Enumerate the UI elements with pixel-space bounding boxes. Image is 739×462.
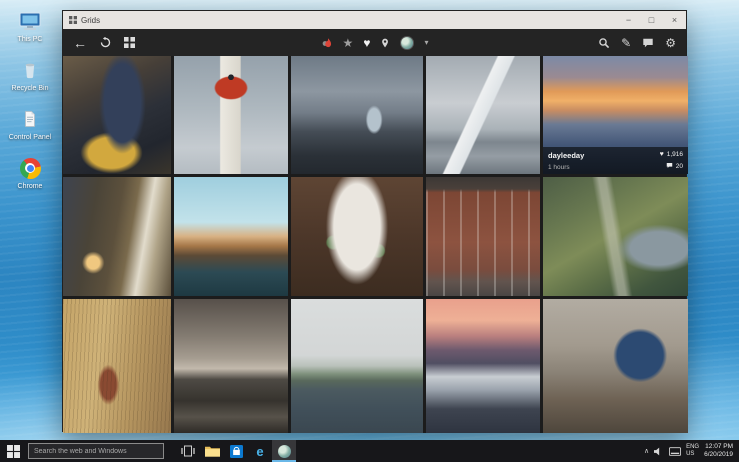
user-avatar[interactable] bbox=[400, 35, 415, 50]
desktop-icon-control-panel[interactable]: Control Panel bbox=[2, 106, 58, 142]
desktop-icon-chrome[interactable]: Chrome bbox=[2, 155, 58, 191]
language-region: US bbox=[686, 451, 695, 457]
likes-heart-icon: ♥ bbox=[659, 151, 664, 158]
grids-app-window: Grids − □ × ← ★ ♥ ▾ ✎ ⚙ dayleeday 1 hour… bbox=[62, 10, 688, 433]
back-button[interactable]: ← bbox=[73, 36, 87, 50]
compose-pencil-icon[interactable]: ✎ bbox=[621, 37, 631, 49]
comment-bubble-icon bbox=[666, 162, 673, 171]
volume-icon[interactable] bbox=[654, 447, 664, 456]
desktop-icon-this-pc[interactable]: This PC bbox=[2, 8, 58, 44]
touch-keyboard-icon[interactable] bbox=[669, 446, 682, 456]
photo-tile-14[interactable] bbox=[426, 299, 540, 433]
document-icon bbox=[17, 106, 43, 132]
desktop-icon-label: Chrome bbox=[17, 183, 43, 190]
edge-browser-icon[interactable]: e bbox=[248, 440, 272, 462]
window-titlebar[interactable]: Grids − □ × bbox=[63, 11, 686, 29]
photo-tile-9[interactable] bbox=[426, 177, 540, 296]
window-title: Grids bbox=[81, 15, 101, 25]
photo-tile-10[interactable] bbox=[543, 177, 688, 296]
taskbar-clock[interactable]: 12:07 PM 6/20/2019 bbox=[704, 443, 735, 459]
favorites-tab-icon[interactable]: ★ bbox=[343, 36, 354, 50]
account-dropdown-caret-icon[interactable]: ▾ bbox=[424, 38, 428, 47]
task-view-button[interactable] bbox=[176, 440, 200, 462]
messages-icon[interactable] bbox=[642, 37, 654, 49]
post-username[interactable]: dayleeday bbox=[548, 151, 584, 160]
post-like-count: 1,916 bbox=[666, 151, 683, 158]
popular-tab-icon[interactable] bbox=[321, 37, 333, 49]
app-toolbar: ← ★ ♥ ▾ ✎ ⚙ bbox=[63, 29, 686, 56]
likes-tab-icon[interactable]: ♥ bbox=[363, 36, 370, 50]
desktop-icon-column: This PC Recycle Bin Control Panel Chrome bbox=[2, 8, 58, 191]
chrome-icon bbox=[17, 155, 43, 181]
photo-tile-4[interactable] bbox=[426, 56, 540, 174]
photo-tile-12[interactable] bbox=[174, 299, 288, 433]
desktop-icon-label: Control Panel bbox=[8, 134, 52, 141]
taskbar: e ∧ ENG US 12:07 PM 6/20/2019 bbox=[0, 440, 739, 462]
store-icon[interactable] bbox=[224, 440, 248, 462]
photo-tile-3[interactable] bbox=[291, 56, 423, 174]
refresh-button[interactable] bbox=[100, 37, 111, 48]
post-overlay: dayleeday 1 hours ♥ 1,916 20 bbox=[543, 147, 688, 174]
start-button[interactable] bbox=[0, 440, 26, 462]
grids-taskbar-icon[interactable] bbox=[272, 440, 296, 462]
search-icon[interactable] bbox=[598, 37, 610, 49]
photo-grid: dayleeday 1 hours ♥ 1,916 20 bbox=[63, 56, 688, 433]
grids-app-icon bbox=[69, 16, 77, 24]
desktop-icon-label: Recycle Bin bbox=[11, 85, 49, 92]
language-indicator[interactable]: ENG US bbox=[686, 444, 699, 458]
desktop-icon-recycle-bin[interactable]: Recycle Bin bbox=[2, 57, 58, 93]
photo-tile-5[interactable]: dayleeday 1 hours ♥ 1,916 20 bbox=[543, 56, 688, 174]
photo-tile-15[interactable] bbox=[543, 299, 688, 433]
photo-tile-7[interactable] bbox=[174, 177, 288, 296]
desktop-icon-label: This PC bbox=[17, 36, 43, 43]
photo-tile-6[interactable] bbox=[63, 177, 171, 296]
tray-expand-caret-icon[interactable]: ∧ bbox=[644, 447, 649, 455]
photo-tile-11[interactable] bbox=[63, 299, 171, 433]
recycle-bin-icon bbox=[17, 57, 43, 83]
minimize-button[interactable]: − bbox=[617, 11, 640, 29]
photo-tile-2[interactable] bbox=[174, 56, 288, 174]
post-time-ago: 1 hours bbox=[548, 164, 570, 171]
post-comment-count: 20 bbox=[675, 163, 683, 170]
photo-tile-1[interactable] bbox=[63, 56, 171, 174]
photo-tile-13[interactable] bbox=[291, 299, 423, 433]
this-pc-icon bbox=[17, 8, 43, 34]
location-tab-icon[interactable] bbox=[380, 37, 390, 49]
desktop-wallpaper: This PC Recycle Bin Control Panel Chrome bbox=[0, 0, 739, 462]
maximize-button[interactable]: □ bbox=[640, 11, 663, 29]
settings-gear-icon[interactable]: ⚙ bbox=[665, 37, 676, 49]
taskbar-search-input[interactable] bbox=[34, 447, 158, 455]
clock-date: 6/20/2019 bbox=[704, 451, 733, 458]
close-button[interactable]: × bbox=[663, 11, 686, 29]
clock-time: 12:07 PM bbox=[705, 443, 733, 450]
grid-view-button[interactable] bbox=[124, 37, 135, 48]
taskbar-search-box[interactable] bbox=[28, 443, 164, 459]
photo-tile-8[interactable] bbox=[291, 177, 423, 296]
language-code: ENG bbox=[686, 444, 700, 450]
file-explorer-icon[interactable] bbox=[200, 440, 224, 462]
